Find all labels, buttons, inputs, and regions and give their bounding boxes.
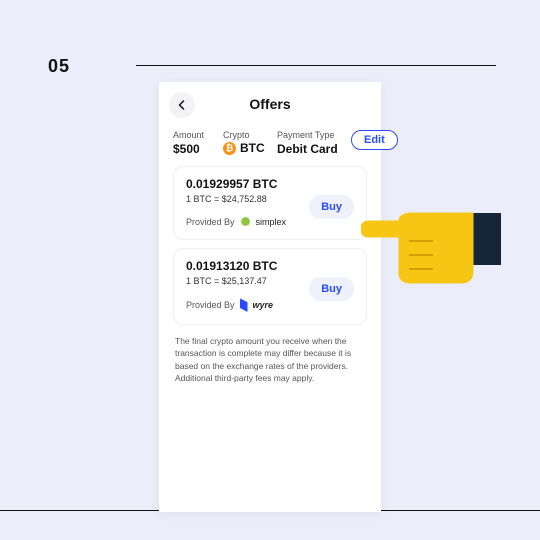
buy-button[interactable]: Buy (309, 195, 354, 219)
crypto-value: BTC (240, 141, 265, 155)
disclaimer-line: The final crypto amount you receive when… (175, 336, 351, 371)
pointing-hand-icon (361, 183, 501, 293)
payment-type-label: Payment Type (277, 130, 351, 140)
offer-card[interactable]: 0.01929957 BTC 1 BTC = $24,752.88 Provid… (173, 166, 367, 240)
purchase-summary: Amount $500 Crypto ₿ BTC Payment Type De… (173, 130, 367, 156)
disclaimer: The final crypto amount you receive when… (175, 335, 365, 384)
offer-quantity: 0.01913120 BTC (186, 259, 354, 273)
provider-name: simplex (256, 217, 287, 227)
step-number: 05 (48, 56, 70, 77)
phone-screen: Offers Amount $500 Crypto ₿ BTC Payment … (159, 82, 381, 512)
provided-by-label: Provided By (186, 217, 235, 227)
screen-header: Offers (159, 82, 381, 126)
payment-type-value: Debit Card (277, 142, 351, 156)
disclaimer-line: Additional third-party fees may apply. (175, 373, 314, 383)
simplex-logo-icon (240, 216, 251, 227)
arrow-left-icon (176, 99, 188, 111)
edit-button[interactable]: Edit (351, 130, 398, 150)
bitcoin-icon: ₿ (223, 142, 236, 155)
amount-value: $500 (173, 142, 223, 156)
offer-quantity: 0.01929957 BTC (186, 177, 354, 191)
buy-button[interactable]: Buy (309, 277, 354, 301)
amount-label: Amount (173, 130, 223, 140)
offer-card[interactable]: 0.01913120 BTC 1 BTC = $25,137.47 Provid… (173, 248, 367, 325)
crypto-label: Crypto (223, 130, 277, 140)
provided-by-label: Provided By (186, 300, 235, 310)
back-button[interactable] (169, 92, 195, 118)
divider-top (136, 65, 496, 66)
provider-name: wyre (253, 300, 274, 310)
wyre-logo-icon (240, 298, 248, 312)
